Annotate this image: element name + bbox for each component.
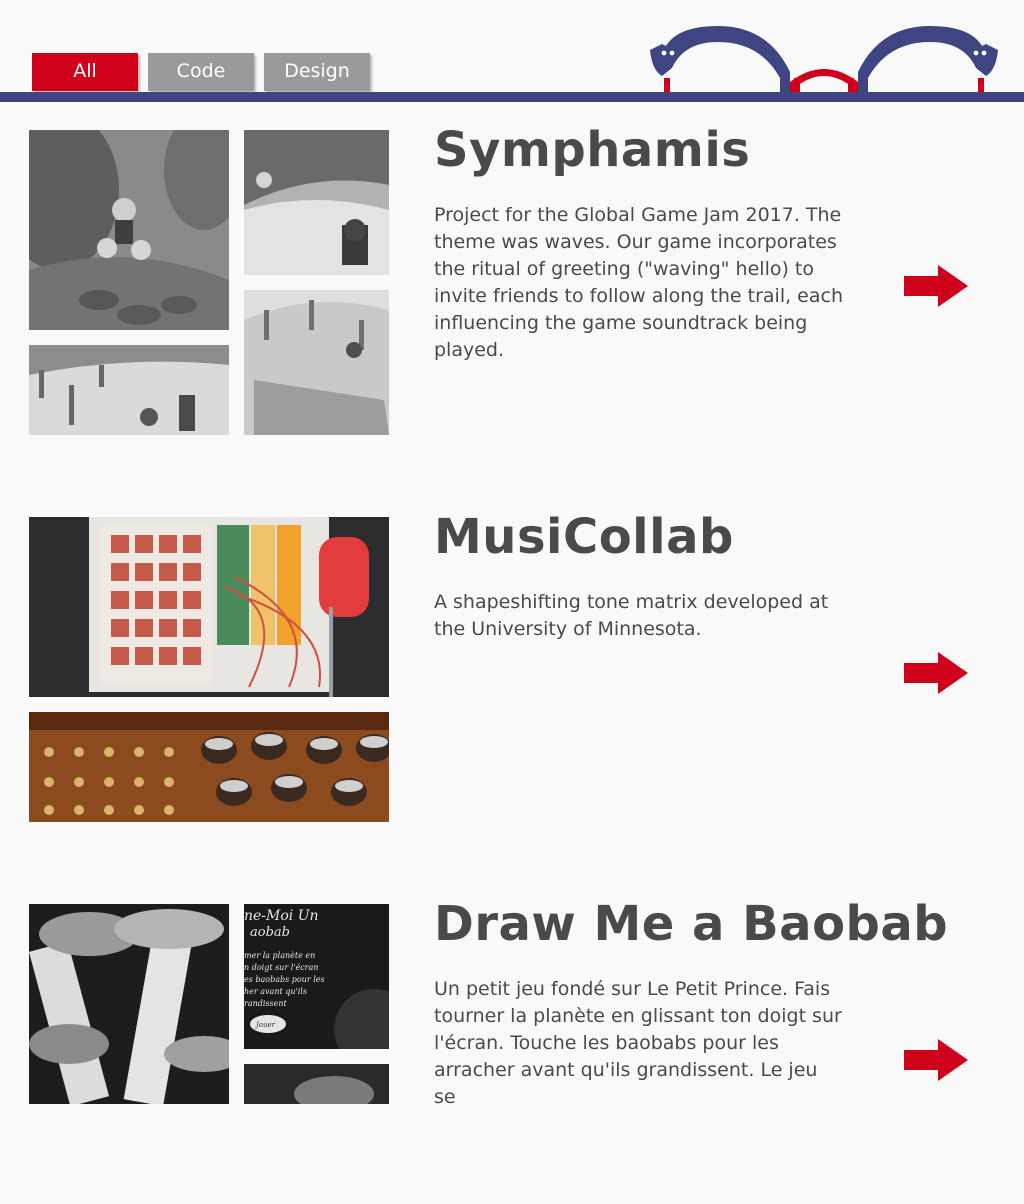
arrow-right-icon[interactable] (904, 265, 968, 307)
project-description: Un petit jeu fondé sur Le Petit Prince. … (434, 978, 842, 1108)
glasses-icon[interactable] (648, 22, 1000, 96)
symphamis-screenshot-2[interactable] (244, 130, 389, 275)
baobab-screenshot-2[interactable]: ne-Moi Un aobab mer la planète en n doig… (244, 904, 389, 1049)
baobab-screenshot-3[interactable] (244, 1064, 389, 1104)
baobab-screen-heading: ne-Moi Un (244, 908, 319, 924)
project-title: Draw Me a Baobab (434, 896, 949, 952)
symphamis-screenshot-3[interactable] (244, 290, 389, 435)
project-title: Symphamis (434, 122, 751, 178)
baobab-screen-text: es baobabs pour les (244, 975, 325, 984)
filter-code-button[interactable]: Code (148, 53, 254, 91)
site-header: All Code Design (0, 0, 1024, 102)
symphamis-screenshot-1[interactable] (29, 130, 229, 330)
nav-bar (0, 92, 1024, 102)
arrow-right-icon[interactable] (904, 652, 968, 694)
filter-tabs: All Code Design (32, 53, 370, 91)
filter-design-button[interactable]: Design (264, 53, 370, 91)
project-card-baobab: ne-Moi Un aobab mer la planète en n doig… (0, 896, 1024, 1204)
project-title: MusiCollab (434, 509, 734, 565)
arrow-right-icon[interactable] (904, 1039, 968, 1081)
project-card-musicollab: MusiCollab A shapeshifting tone matrix d… (0, 509, 1024, 827)
project-description: A shapeshifting tone matrix developed at… (434, 591, 829, 640)
baobab-screen-heading: aobab (250, 925, 290, 940)
baobab-screen-text: n doigt sur l'écran (244, 963, 318, 972)
musicollab-photo-1[interactable] (29, 517, 389, 697)
baobab-screen-play: Jouer (254, 1021, 276, 1029)
baobab-screen-text: randissent (244, 999, 288, 1008)
baobab-screenshot-1[interactable] (29, 904, 229, 1104)
project-description: Project for the Global Game Jam 2017. Th… (434, 204, 843, 361)
baobab-screen-text: mer la planète en (244, 951, 315, 960)
filter-all-button[interactable]: All (32, 53, 138, 91)
musicollab-photo-2[interactable] (29, 712, 389, 822)
project-card-symphamis: Symphamis Project for the Global Game Ja… (0, 122, 1024, 440)
symphamis-screenshot-4[interactable] (29, 345, 229, 435)
baobab-screen-text: her avant qu'ils (244, 987, 307, 996)
